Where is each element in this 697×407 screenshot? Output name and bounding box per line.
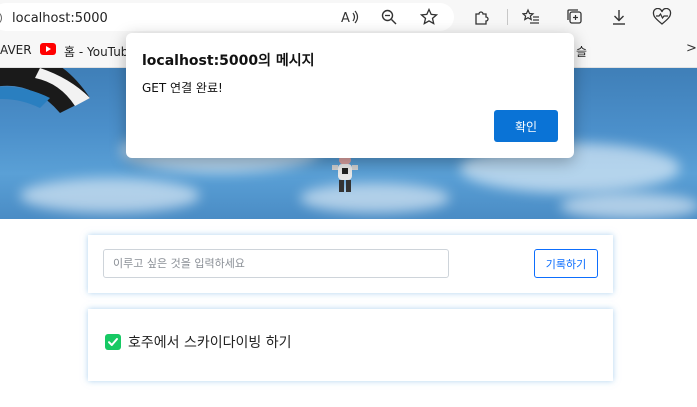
dialog-title: localhost:5000의 메시지 [142, 53, 315, 69]
favorites-list-icon[interactable] [521, 7, 541, 27]
youtube-icon [40, 43, 56, 55]
downloads-icon[interactable] [609, 7, 629, 27]
skydiver-graphic [332, 155, 358, 192]
info-icon[interactable] [0, 11, 2, 25]
extensions-icon[interactable] [472, 7, 492, 27]
checkbox-checked-icon[interactable] [105, 334, 121, 350]
goal-list-card: 호주에서 스카이다이빙 하기 [88, 309, 613, 381]
read-aloud-icon[interactable]: A [340, 7, 360, 27]
url-text[interactable]: localhost:5000 [12, 11, 108, 26]
alert-dialog: localhost:5000의 메시지 GET 연결 완료! 확인 [126, 33, 574, 158]
goal-input[interactable] [103, 249, 449, 278]
toolbar-divider [507, 9, 508, 25]
dialog-message: GET 연결 완료! [142, 81, 223, 95]
bookmark-naver[interactable]: AVER [0, 43, 32, 57]
browser-toolbar: localhost:5000 A [0, 0, 697, 34]
chevron-right-icon[interactable]: > [686, 41, 697, 56]
collections-icon[interactable] [565, 7, 585, 27]
bookmark-youtube[interactable]: 홈 - YouTub [64, 43, 128, 60]
parachute-graphic [0, 68, 90, 113]
goal-item-text: 호주에서 스카이다이빙 하기 [128, 335, 292, 351]
record-button[interactable]: 기록하기 [534, 249, 598, 278]
svg-text:A: A [341, 11, 350, 25]
zoom-out-icon[interactable] [379, 7, 399, 27]
favorite-star-icon[interactable] [419, 7, 439, 27]
health-icon[interactable] [652, 7, 672, 27]
goal-form-card: 기록하기 [88, 235, 613, 293]
ok-button[interactable]: 확인 [494, 110, 558, 142]
bookmark-right[interactable]: 슬 [576, 43, 587, 60]
